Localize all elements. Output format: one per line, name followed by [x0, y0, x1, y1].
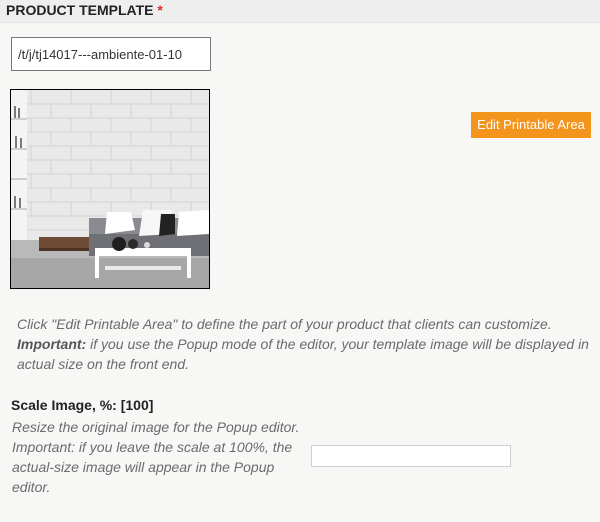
scale-desc-line-1: Resize the original image for the Popup … — [12, 419, 300, 435]
required-marker: * — [157, 2, 163, 18]
section-title: PRODUCT TEMPLATE * — [6, 2, 163, 18]
template-path-field[interactable] — [11, 37, 211, 71]
help-text: Click "Edit Printable Area" to define th… — [17, 314, 592, 374]
edit-printable-area-button[interactable]: Edit Printable Area — [471, 112, 591, 138]
scale-image-label: Scale Image, %: [100] — [11, 397, 154, 413]
product-template-image — [10, 89, 210, 289]
scale-desc-line-2: Important: if you leave the scale at 100… — [12, 439, 293, 495]
help-line-1: Click "Edit Printable Area" to define th… — [17, 316, 552, 332]
help-line-2: if you use the Popup mode of the editor,… — [17, 336, 589, 372]
scale-image-input[interactable] — [311, 445, 511, 467]
section-header: PRODUCT TEMPLATE * — [0, 0, 600, 23]
section-title-text: PRODUCT TEMPLATE — [6, 2, 154, 18]
important-label: Important: — [17, 336, 87, 352]
scale-image-description: Resize the original image for the Popup … — [12, 417, 302, 497]
